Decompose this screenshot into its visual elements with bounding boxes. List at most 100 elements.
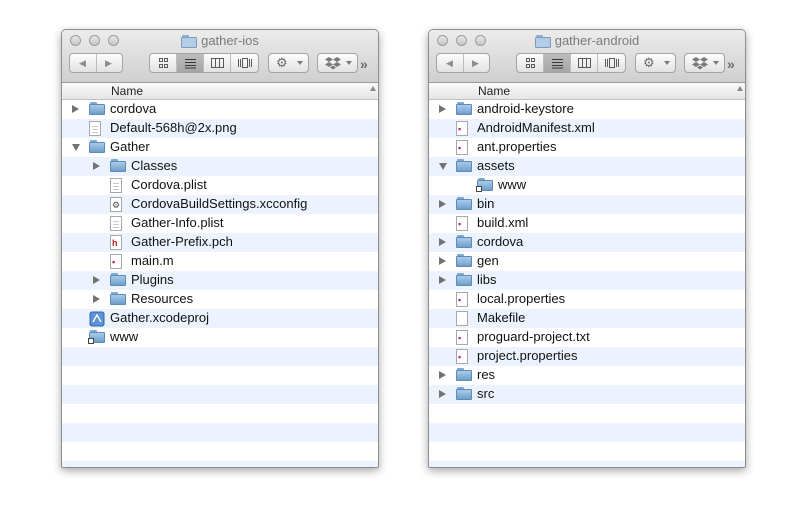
xml-file-icon: ▪ <box>456 216 468 231</box>
file-name: Gather-Info.plist <box>131 215 224 230</box>
column-header-name[interactable]: Name <box>62 83 378 100</box>
file-name: Gather <box>110 139 150 154</box>
list-item[interactable]: gen <box>429 252 745 271</box>
forward-arrow-icon[interactable]: ▶ <box>105 58 112 68</box>
list-item[interactable]: Classes <box>62 157 378 176</box>
list-view-icon[interactable] <box>544 54 571 72</box>
list-item[interactable]: assets <box>429 157 745 176</box>
column-header-name[interactable]: Name <box>429 83 745 100</box>
list-item[interactable]: Cordova.plist <box>62 176 378 195</box>
disclosure-closed-icon[interactable] <box>72 105 79 113</box>
list-item[interactable]: Gather.xcodeproj <box>62 309 378 328</box>
list-item[interactable]: Makefile <box>429 309 745 328</box>
list-item[interactable]: cordova <box>429 233 745 252</box>
empty-row <box>429 404 745 423</box>
file-name: build.xml <box>477 215 529 230</box>
chevron-double-right-icon[interactable]: » <box>727 56 735 72</box>
folder-icon <box>456 273 472 286</box>
list-item[interactable]: bin <box>429 195 745 214</box>
forward-arrow-icon[interactable]: ▶ <box>472 58 479 68</box>
list-item[interactable]: ▪ local.properties <box>429 290 745 309</box>
list-item[interactable]: Gather-Info.plist <box>62 214 378 233</box>
dropbox-icon <box>325 57 341 75</box>
folder-icon <box>456 102 472 115</box>
disclosure-closed-icon[interactable] <box>93 295 100 303</box>
source-file-icon: ▪ <box>110 254 122 269</box>
disclosure-closed-icon[interactable] <box>439 390 446 398</box>
column-view-icon[interactable] <box>571 54 598 72</box>
header-file-icon: h <box>110 235 122 250</box>
list-item[interactable]: Default-568h@2x.png <box>62 119 378 138</box>
list-item[interactable]: www <box>429 176 745 195</box>
disclosure-closed-icon[interactable] <box>439 105 446 113</box>
file-name: cordova <box>477 234 524 249</box>
list-item[interactable]: www <box>62 328 378 347</box>
file-name: assets <box>477 158 515 173</box>
coverflow-view-icon[interactable] <box>598 54 625 72</box>
file-name: android-keystore <box>477 101 574 116</box>
back-forward-control: ◀ ▶ <box>69 53 123 73</box>
disclosure-closed-icon[interactable] <box>439 200 446 208</box>
list-item[interactable]: ▪ project.properties <box>429 347 745 366</box>
file-name: AndroidManifest.xml <box>477 120 595 135</box>
folder-icon <box>89 102 105 115</box>
list-item[interactable]: ▪ main.m <box>62 252 378 271</box>
list-item[interactable]: ⚙ CordovaBuildSettings.xcconfig <box>62 195 378 214</box>
coverflow-view-icon[interactable] <box>231 54 258 72</box>
window-title: gather-ios <box>62 33 378 51</box>
list-item[interactable]: src <box>429 385 745 404</box>
icon-view-icon[interactable] <box>150 54 177 72</box>
list-item[interactable]: ▪ AndroidManifest.xml <box>429 119 745 138</box>
disclosure-closed-icon[interactable] <box>439 371 446 379</box>
disclosure-closed-icon[interactable] <box>93 276 100 284</box>
column-header-label: Name <box>478 84 511 98</box>
disclosure-closed-icon[interactable] <box>439 257 446 265</box>
text-file-icon: ▪ <box>456 330 468 345</box>
disclosure-open-icon[interactable] <box>439 163 447 170</box>
icon-view-icon[interactable] <box>517 54 544 72</box>
list-item[interactable]: res <box>429 366 745 385</box>
back-arrow-icon[interactable]: ◀ <box>446 58 453 68</box>
back-forward-control: ◀ ▶ <box>436 53 490 73</box>
action-menu-button[interactable]: ⚙ <box>635 53 676 73</box>
action-menu-button[interactable]: ⚙ <box>268 53 309 73</box>
folder-icon <box>181 35 198 51</box>
disclosure-closed-icon[interactable] <box>439 276 446 284</box>
column-header-label: Name <box>111 84 144 98</box>
window-titlebar: gather-android ◀ ▶ ⚙ » <box>429 30 745 83</box>
folder-icon <box>534 35 551 51</box>
dropbox-menu-button[interactable] <box>317 53 358 73</box>
list-item[interactable]: h Gather-Prefix.pch <box>62 233 378 252</box>
list-item[interactable]: Plugins <box>62 271 378 290</box>
file-name: Cordova.plist <box>131 177 207 192</box>
plist-file-icon <box>110 216 122 231</box>
file-name: www <box>110 329 139 344</box>
file-name: Classes <box>131 158 178 173</box>
empty-row <box>62 442 378 461</box>
column-view-icon[interactable] <box>204 54 231 72</box>
empty-row <box>62 404 378 423</box>
disclosure-closed-icon[interactable] <box>93 162 100 170</box>
list-item[interactable]: ▪ proguard-project.txt <box>429 328 745 347</box>
back-arrow-icon[interactable]: ◀ <box>79 58 86 68</box>
dropbox-menu-button[interactable] <box>684 53 725 73</box>
file-name: res <box>477 367 496 382</box>
view-mode-control <box>516 53 626 73</box>
list-item[interactable]: Resources <box>62 290 378 309</box>
list-item[interactable]: android-keystore <box>429 100 745 119</box>
list-item[interactable]: ▪ ant.properties <box>429 138 745 157</box>
list-item[interactable]: cordova <box>62 100 378 119</box>
folder-icon <box>456 197 472 210</box>
file-name: libs <box>477 272 497 287</box>
disclosure-closed-icon[interactable] <box>439 238 446 246</box>
list-item[interactable]: Gather <box>62 138 378 157</box>
disclosure-open-icon[interactable] <box>72 144 80 151</box>
list-view-icon[interactable] <box>177 54 204 72</box>
list-item[interactable]: libs <box>429 271 745 290</box>
chevron-down-icon <box>297 61 303 65</box>
list-item[interactable]: ▪ build.xml <box>429 214 745 233</box>
image-file-icon <box>89 121 101 136</box>
xcconfig-file-icon: ⚙ <box>110 197 122 212</box>
chevron-double-right-icon[interactable]: » <box>360 56 368 72</box>
file-name: main.m <box>131 253 174 268</box>
